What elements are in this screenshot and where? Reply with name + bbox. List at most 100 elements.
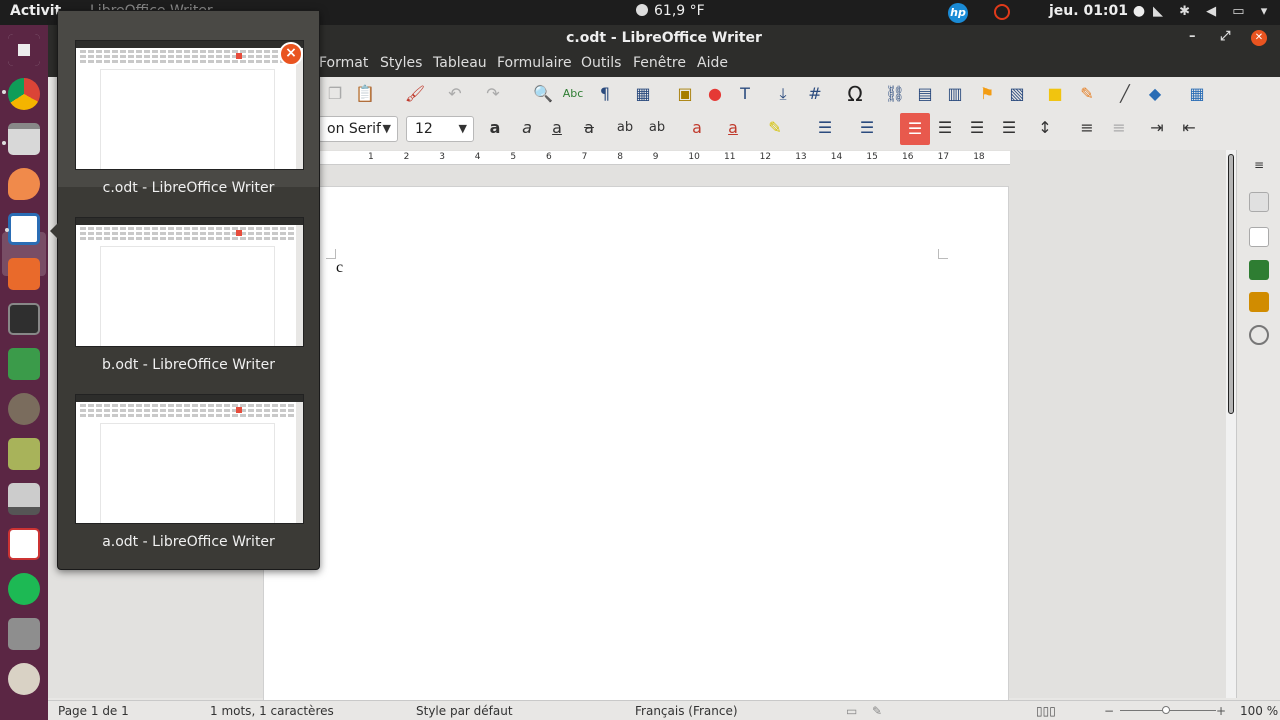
window-preview[interactable]: c.odt - LibreOffice Writer × bbox=[58, 11, 319, 196]
properties-icon[interactable] bbox=[1249, 192, 1269, 212]
insert-field-icon[interactable]: # bbox=[804, 83, 826, 105]
endnote-icon[interactable]: ▥ bbox=[944, 83, 966, 105]
menu-fenetre[interactable]: Fenêtre bbox=[633, 55, 686, 71]
page-icon[interactable] bbox=[1249, 227, 1269, 247]
terminal-icon[interactable] bbox=[8, 303, 40, 335]
highlight-icon[interactable]: ✎ bbox=[764, 117, 786, 139]
document-text[interactable]: c bbox=[336, 259, 343, 277]
page-style[interactable]: Style par défaut bbox=[416, 704, 513, 718]
close-icon[interactable]: × bbox=[279, 42, 303, 66]
vertical-scrollbar[interactable] bbox=[1226, 150, 1236, 698]
decrease-paragraph-spacing-icon[interactable]: ≡ bbox=[1108, 117, 1130, 139]
special-character-icon[interactable]: Ω bbox=[844, 83, 866, 105]
font-name-combo[interactable]: on Serif ▼ bbox=[318, 116, 398, 142]
scanner-icon[interactable] bbox=[8, 483, 40, 515]
font-color-icon[interactable]: a bbox=[722, 117, 744, 139]
numbered-list-icon[interactable]: ☰ bbox=[856, 117, 878, 139]
software-center-icon[interactable] bbox=[8, 258, 40, 290]
clone-format-icon[interactable]: 🖌 bbox=[404, 83, 426, 105]
align-center-icon[interactable]: ☰ bbox=[934, 117, 956, 139]
line-icon[interactable]: ╱ bbox=[1114, 83, 1136, 105]
sidebar-toggle-icon[interactable]: ▦ bbox=[1186, 83, 1208, 105]
close-window-button[interactable]: ✕ bbox=[1251, 30, 1267, 46]
redo-icon[interactable]: ↷ bbox=[482, 83, 504, 105]
menu-formulaire[interactable]: Formulaire bbox=[497, 55, 572, 71]
footnote-icon[interactable]: ▤ bbox=[914, 83, 936, 105]
archive-icon[interactable] bbox=[8, 438, 40, 470]
chrome-icon[interactable] bbox=[2, 78, 40, 110]
track-changes-icon[interactable]: ✎ bbox=[1076, 83, 1098, 105]
scrollbar-thumb[interactable] bbox=[1228, 154, 1234, 414]
subscript-icon[interactable]: ab bbox=[646, 117, 668, 139]
insert-chart-icon[interactable]: ● bbox=[704, 83, 726, 105]
document-page[interactable]: c bbox=[263, 186, 1009, 706]
insert-textbox-icon[interactable]: T bbox=[734, 83, 756, 105]
paste-icon[interactable]: 📋 bbox=[354, 83, 376, 105]
cards-icon[interactable] bbox=[8, 528, 40, 560]
chevron-down-icon[interactable]: ▼ bbox=[459, 122, 467, 135]
spellcheck-icon[interactable]: Abc bbox=[562, 83, 584, 105]
strikethrough-icon[interactable]: a bbox=[578, 117, 600, 139]
cross-reference-icon[interactable]: ▧ bbox=[1006, 83, 1028, 105]
styles-icon[interactable] bbox=[1249, 260, 1269, 280]
viewer-icon[interactable] bbox=[8, 663, 40, 695]
window-preview[interactable]: b.odt - LibreOffice Writer bbox=[58, 188, 319, 373]
window-thumbnail[interactable] bbox=[75, 394, 304, 524]
zoom-in-icon[interactable]: + bbox=[1216, 704, 1226, 718]
page-count[interactable]: Page 1 de 1 bbox=[58, 704, 129, 718]
view-layout-icon[interactable]: ▯▯▯ bbox=[1036, 704, 1056, 718]
system-tray[interactable]: ◣ ✱ ◀ ▭ ▾ bbox=[1153, 4, 1273, 19]
bold-icon[interactable]: a bbox=[484, 117, 506, 139]
font-size-combo[interactable]: 12 ▼ bbox=[406, 116, 474, 142]
maximize-button[interactable]: ⤢ bbox=[1220, 29, 1230, 44]
power-icon[interactable] bbox=[994, 4, 1010, 20]
show-apps-icon[interactable] bbox=[8, 34, 40, 66]
bookmark-icon[interactable]: ⚑ bbox=[976, 83, 998, 105]
spreadsheet-icon[interactable] bbox=[8, 348, 40, 380]
find-replace-icon[interactable]: 🔍 bbox=[532, 83, 554, 105]
underline-icon[interactable]: a bbox=[546, 117, 568, 139]
superscript-icon[interactable]: ab bbox=[614, 117, 636, 139]
italic-icon[interactable]: a bbox=[516, 117, 538, 139]
weather-indicator[interactable]: 61,9 °F bbox=[636, 3, 705, 19]
insert-image-icon[interactable]: ▣ bbox=[674, 83, 696, 105]
clock[interactable]: jeu. 01:01 ● bbox=[1049, 3, 1145, 19]
window-thumbnail[interactable] bbox=[75, 40, 304, 170]
window-preview[interactable]: a.odt - LibreOffice Writer bbox=[58, 365, 319, 550]
menu-format[interactable]: Format bbox=[319, 55, 368, 71]
menu-outils[interactable]: Outils bbox=[581, 55, 621, 71]
insert-mode-icon[interactable]: ▭ bbox=[846, 704, 857, 718]
menu-aide[interactable]: Aide bbox=[697, 55, 728, 71]
bullet-list-icon[interactable]: ☰ bbox=[814, 117, 836, 139]
hyperlink-icon[interactable]: ⛓ bbox=[884, 83, 906, 105]
hp-icon[interactable]: hp bbox=[948, 3, 968, 23]
comment-icon[interactable]: ■ bbox=[1044, 83, 1066, 105]
document-modified-icon[interactable]: ✎ bbox=[872, 704, 882, 718]
copy-icon[interactable]: ❐ bbox=[324, 83, 346, 105]
zoom-level[interactable]: 100 % bbox=[1240, 704, 1278, 718]
justify-icon[interactable]: ☰ bbox=[998, 117, 1020, 139]
insert-pagebreak-icon[interactable]: ⤓ bbox=[772, 83, 794, 105]
formatting-marks-icon[interactable]: ¶ bbox=[594, 83, 616, 105]
minimize-button[interactable]: – bbox=[1189, 29, 1196, 44]
writer-icon[interactable] bbox=[5, 213, 40, 245]
calculator-icon[interactable] bbox=[8, 618, 40, 650]
align-left-icon[interactable]: ☰ bbox=[900, 113, 930, 145]
app-orange-icon[interactable] bbox=[8, 168, 40, 200]
clear-formatting-icon[interactable]: a bbox=[686, 117, 708, 139]
zoom-out-icon[interactable]: − bbox=[1104, 704, 1114, 718]
navigator-icon[interactable] bbox=[1249, 325, 1269, 345]
insert-table-icon[interactable]: ▦ bbox=[632, 83, 654, 105]
window-thumbnail[interactable] bbox=[75, 217, 304, 347]
menu-tableau[interactable]: Tableau bbox=[433, 55, 487, 71]
gimp-icon[interactable] bbox=[8, 393, 40, 425]
language[interactable]: Français (France) bbox=[635, 704, 738, 718]
word-count[interactable]: 1 mots, 1 caractères bbox=[210, 704, 334, 718]
horizontal-ruler[interactable]: 1 2 3 4 5 6 7 8 9 10 11 12 13 14 15 16 17 18 bbox=[320, 151, 1010, 165]
files-icon[interactable] bbox=[2, 123, 40, 155]
basic-shapes-icon[interactable]: ◆ bbox=[1144, 83, 1166, 105]
chevron-down-icon[interactable]: ▼ bbox=[383, 122, 391, 135]
decrease-indent-icon[interactable]: ⇤ bbox=[1178, 117, 1200, 139]
activities-button[interactable]: Activit bbox=[10, 3, 61, 19]
align-right-icon[interactable]: ☰ bbox=[966, 117, 988, 139]
